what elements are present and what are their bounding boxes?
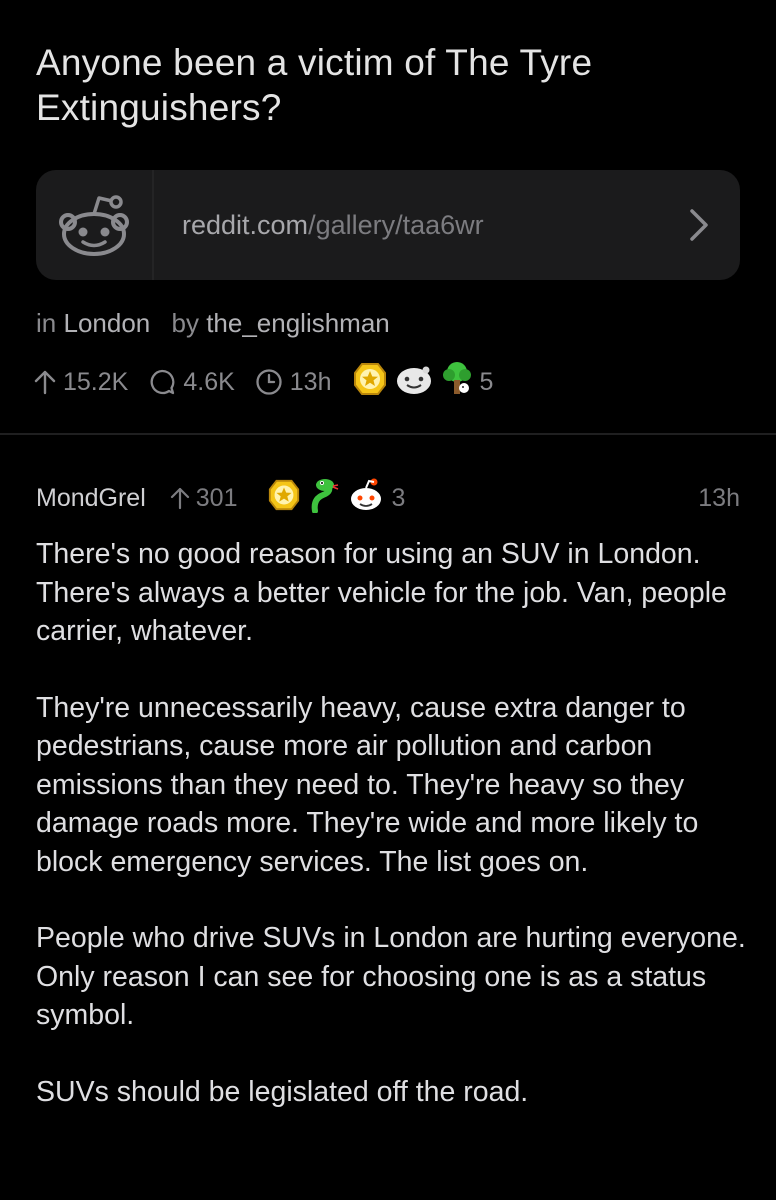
age-stat: 13h [255, 368, 332, 397]
post-award-count: 5 [479, 367, 494, 396]
comment-age: 13h [698, 483, 740, 512]
helpful-award-icon[interactable] [352, 361, 388, 404]
chevron-right-icon[interactable] [684, 205, 714, 245]
tree-hug-award-icon[interactable] [440, 360, 474, 405]
subreddit-link[interactable]: London [63, 308, 150, 338]
comment-awards[interactable]: 3 [267, 477, 405, 520]
reddit-post-page: Anyone been a victim of The Tyre Extingu… [0, 0, 776, 1200]
in-label: in [36, 308, 57, 338]
link-preview-card[interactable]: reddit.com/gallery/taa6wr [36, 170, 740, 280]
helpful-award-icon [267, 478, 301, 519]
comment-author[interactable]: MondGrel [36, 484, 146, 513]
comment-paragraph: People who drive SUVs in London are hurt… [36, 922, 746, 1031]
link-thumbnail [36, 170, 154, 280]
post-author-link[interactable]: the_englishman [206, 308, 390, 338]
reddit-snoo-icon [59, 195, 129, 256]
link-domain: reddit.com [182, 209, 309, 240]
comment-stat[interactable]: 4.6K [148, 367, 235, 397]
comment-score[interactable]: 301 [170, 483, 238, 513]
comment-score-value: 301 [195, 483, 238, 512]
snoo-award-icon [347, 477, 385, 520]
post-stats: 15.2K 4.6K 13h 5 [34, 360, 494, 405]
post-title[interactable]: Anyone been a victim of The Tyre Extingu… [36, 40, 736, 130]
arrow-up-icon [170, 487, 189, 510]
comment-bubble-icon [150, 369, 175, 395]
comment-paragraph: They're unnecessarily heavy, cause extra… [36, 691, 699, 878]
post-meta: in London by the_englishman [36, 308, 390, 339]
snek-award-icon [307, 477, 341, 520]
post-age: 13h [289, 367, 332, 396]
wholesome-award-icon[interactable] [394, 362, 434, 403]
clock-icon [256, 369, 282, 395]
link-url[interactable]: reddit.com/gallery/taa6wr [182, 210, 684, 241]
arrow-up-icon [34, 370, 56, 395]
comment-body: There's no good reason for using an SUV … [36, 535, 748, 1149]
upvote-count: 15.2K [63, 367, 129, 396]
comment-paragraph: There's no good reason for using an SUV … [36, 538, 727, 647]
comment-award-count: 3 [391, 483, 406, 512]
link-path: /gallery/taa6wr [308, 209, 484, 240]
by-label: by [171, 308, 199, 338]
upvote-stat[interactable]: 15.2K [34, 368, 128, 397]
divider [0, 433, 776, 435]
comment-count: 4.6K [183, 367, 235, 396]
comment-paragraph: SUVs should be legislated off the road. [36, 1075, 529, 1108]
comment-header: MondGrel 301 3 13h [36, 478, 740, 518]
